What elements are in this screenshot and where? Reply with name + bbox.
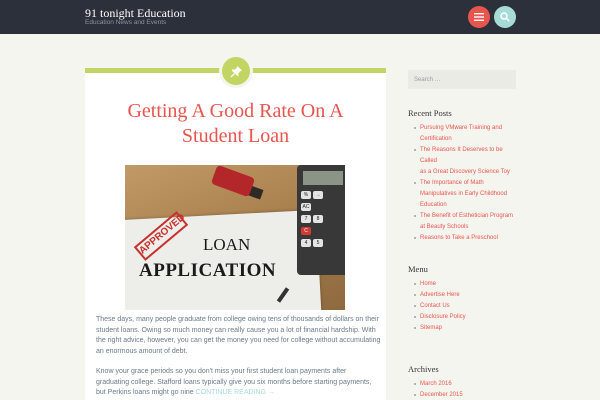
recent-post-link[interactable]: The Benefit of Esthetician Program — [414, 211, 518, 222]
menu-link-advertise[interactable]: Advertise Here — [414, 290, 466, 301]
pin-icon — [230, 65, 242, 77]
site-header: 91 tonight Education Education News and … — [0, 0, 600, 34]
recent-post-link[interactable]: Pursuing VMware Training and — [414, 123, 518, 134]
application-text: APPLICATION — [139, 260, 277, 281]
calculator-screen — [303, 171, 343, 185]
menu-link-disclosure[interactable]: Disclosure Policy — [414, 312, 466, 323]
menu-widget-title: Menu — [408, 264, 428, 274]
menu-link-sitemap[interactable]: Sitemap — [414, 323, 466, 334]
archive-link[interactable]: December 2015 — [414, 390, 463, 400]
post-format-badge — [219, 54, 253, 88]
recent-post-link-continued[interactable]: as a Great Discovery Science Toy — [414, 167, 518, 178]
calc-key: 4 — [301, 239, 311, 247]
post-excerpt: These days, many people graduate from co… — [96, 315, 381, 400]
site-description: Education News and Events — [85, 19, 167, 26]
recent-post-link[interactable]: The Reasons It Deserves to be Called — [414, 145, 518, 167]
calc-key: → — [313, 191, 323, 199]
recent-post-link-continued[interactable]: at Beauty Schools — [414, 222, 518, 233]
menu-icon — [474, 13, 484, 21]
calc-key: % — [301, 191, 311, 199]
archives-title: Archives — [408, 364, 439, 374]
archive-link[interactable]: March 2016 — [414, 379, 463, 390]
calc-key: 8 — [313, 215, 323, 223]
post-title-line1[interactable]: Getting A Good Rate On A — [127, 100, 343, 122]
recent-posts-list: Pursuing VMware Training and Certificati… — [414, 123, 518, 244]
menu-widget-list: Home Advertise Here Contact Us Disclosur… — [414, 279, 466, 334]
menu-toggle-button[interactable] — [468, 6, 490, 28]
post-article: Getting A Good Rate On A Student Loan % … — [85, 68, 386, 400]
continue-reading-link[interactable]: CONTINUE READING → — [196, 389, 275, 396]
sidebar-search-input[interactable]: Search … — [408, 70, 516, 89]
archives-list: March 2016 December 2015 — [414, 379, 463, 400]
excerpt-paragraph-2: Know your grace periods so you don't mis… — [96, 367, 381, 399]
search-icon — [500, 12, 510, 22]
calc-key: C — [301, 227, 311, 235]
search-toggle-button[interactable] — [494, 6, 516, 28]
recent-post-link[interactable]: Reasons to Take a Preschool — [414, 233, 518, 244]
post-title[interactable]: Getting A Good Rate On A Student Loan — [85, 99, 386, 149]
post-featured-image: % → AC 7 8 C 4 5 APPROVED LOAN APPLICATI… — [125, 165, 345, 310]
menu-link-home[interactable]: Home — [414, 279, 466, 290]
post-title-line2[interactable]: Student Loan — [182, 125, 289, 147]
recent-posts-title: Recent Posts — [408, 108, 452, 118]
recent-post-link-continued[interactable]: Certification — [414, 134, 518, 145]
recent-post-link-continued[interactable]: Manipulatives in Early Childhood — [414, 189, 518, 200]
excerpt-paragraph-1: These days, many people graduate from co… — [96, 316, 381, 355]
recent-post-link[interactable]: The Importance of Math — [414, 178, 518, 189]
loan-text: LOAN — [203, 235, 251, 254]
calc-key: 5 — [313, 239, 323, 247]
calc-key: 7 — [301, 215, 311, 223]
menu-link-contact[interactable]: Contact Us — [414, 301, 466, 312]
recent-post-link-continued[interactable]: Education — [414, 200, 518, 211]
calc-key: AC — [301, 203, 311, 211]
calculator: % → AC 7 8 C 4 5 — [297, 165, 345, 275]
